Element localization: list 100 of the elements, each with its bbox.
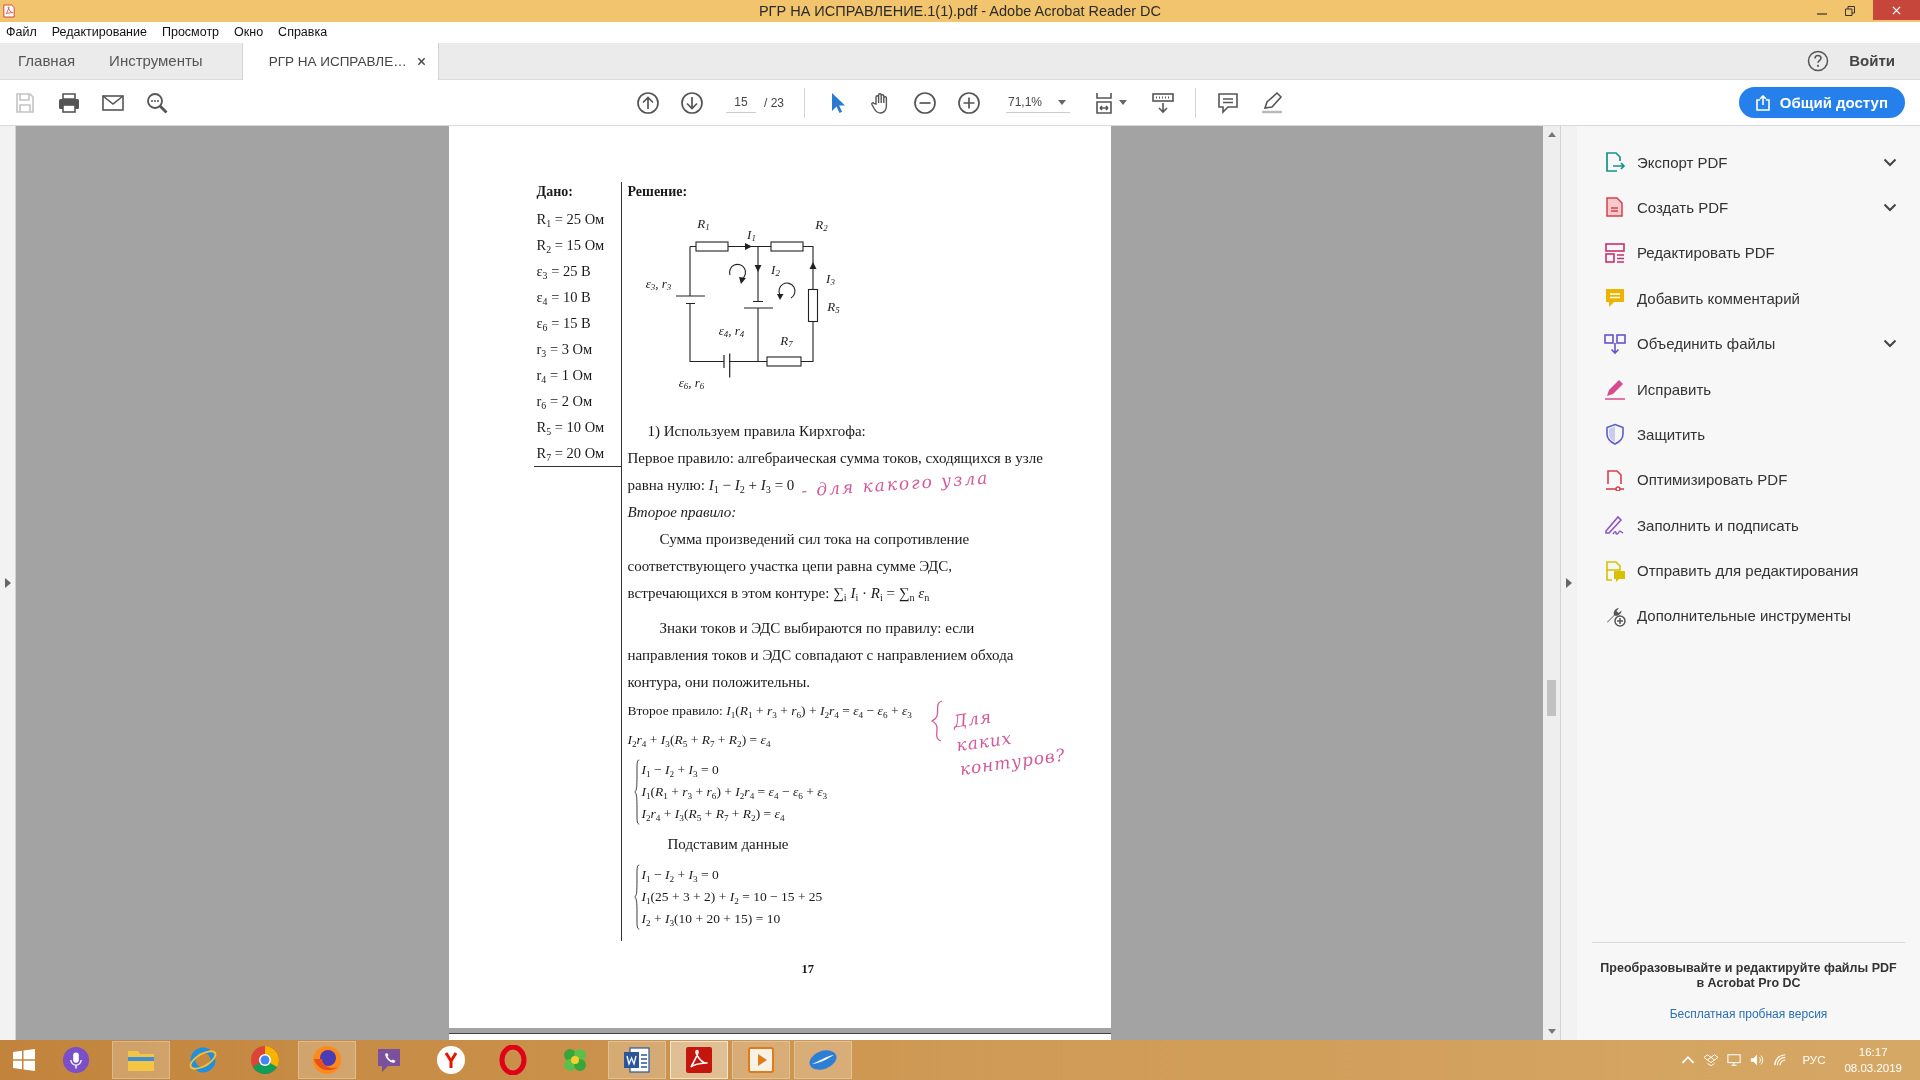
tool-item[interactable]: Защитить — [1577, 411, 1920, 458]
page-count: / 23 — [764, 95, 784, 110]
previous-page-icon[interactable] — [636, 90, 660, 115]
circuit-label: I$_{3}$ — [826, 271, 835, 285]
menu-item[interactable]: Справка — [278, 25, 328, 40]
circuit-label: I$_{2}$ — [771, 262, 780, 276]
given-value: ε$_{4}$ = 10 В — [536, 288, 592, 310]
paragraph: равна нулю: I$_{1}$ − I$_{2}$ + I$_{3}$ = 0 — [627, 476, 795, 498]
close-icon — [1892, 5, 1901, 15]
circuit-label: ε$_{4}$, r$_{4}$ — [718, 323, 745, 337]
expand-arrow-icon[interactable] — [1566, 578, 1572, 589]
expand-arrow-icon[interactable] — [4, 578, 11, 589]
tab[interactable]: РГР НА ИСПРАВЛЕ… — [241, 42, 439, 81]
document-slider-icon — [1604, 468, 1626, 491]
chevron-down-icon[interactable] — [1883, 339, 1897, 349]
close-icon[interactable] — [416, 57, 426, 67]
scrollbar-track[interactable] — [1543, 126, 1560, 1041]
equation: I$_{1}$(R$_{1}$ + r$_{3}$ + r$_{6}$) + I$_{2}$r$_{4}$ = ε$_{4}$ − ε$_{6}$ + ε$_{3}$ — [641, 783, 828, 804]
circuit-label: R$_{2}$ — [815, 217, 828, 231]
tab[interactable]: Инструменты — [92, 42, 220, 79]
restore-icon[interactable] — [1845, 6, 1855, 16]
circuit-label: R$_{1}$ — [697, 216, 710, 230]
scroll-down-icon[interactable] — [1547, 1029, 1556, 1035]
tool-item[interactable]: Редактировать PDF — [1577, 230, 1920, 276]
tool-item[interactable]: Заполнить и подписать — [1577, 502, 1920, 548]
tool-item[interactable]: Оптимизировать PDF — [1577, 457, 1920, 503]
handwritten-note: Для каких контуров? — [951, 705, 1067, 782]
menu-item[interactable]: Файл — [6, 25, 37, 40]
document-plus-icon — [1604, 196, 1626, 219]
highlighter-icon[interactable] — [1260, 90, 1284, 115]
tool-item[interactable]: Экспорт PDF — [1577, 139, 1920, 185]
menu-item[interactable]: Окно — [234, 25, 264, 40]
scroll-mode-icon[interactable] — [1151, 90, 1175, 115]
caption: Подставим данные — [666, 835, 789, 855]
tool-item[interactable]: Дополнительные инструменты — [1577, 593, 1920, 639]
shield-icon — [1604, 423, 1626, 446]
tool-item[interactable]: Создать PDF — [1577, 184, 1920, 231]
trial-link[interactable]: Бесплатная пробная версия — [1669, 1007, 1828, 1022]
page-number: 17 — [801, 961, 814, 978]
share-icon — [1754, 94, 1771, 111]
play-icon — [746, 1045, 776, 1076]
speech-bubble-icon — [1604, 287, 1626, 310]
handwritten-brace-icon — [929, 700, 944, 743]
chevron-down-icon[interactable] — [1883, 157, 1897, 167]
loop-arrow-icon — [776, 282, 795, 301]
document-bubble-icon — [1604, 559, 1626, 582]
handwritten-note: - для какого узла — [799, 466, 990, 503]
document-icon — [622, 1045, 652, 1076]
document-icon — [3, 4, 15, 18]
tool-item[interactable]: Объединить файлы — [1577, 320, 1920, 367]
sign-in-link[interactable]: Войти — [1849, 52, 1895, 70]
circuit-label: I$_{1}$ — [747, 227, 756, 241]
current-arrow-icon — [754, 265, 761, 273]
given-value: R$_{2}$ = 15 Ом — [536, 236, 606, 258]
zoom-field[interactable]: 71,1% — [1006, 92, 1070, 114]
rule-heading: Второе правило: — [627, 503, 737, 523]
ring-icon — [498, 1045, 528, 1076]
step-heading: 1) Используем правила Кирхгофа: — [646, 422, 866, 442]
comment-icon[interactable] — [1216, 90, 1240, 115]
swirl-tile-icon — [684, 1045, 714, 1076]
given-value: ε$_{6}$ = 15 В — [536, 314, 592, 336]
documents-merge-icon — [1604, 332, 1626, 355]
equation: I$_{1}$ − I$_{2}$ + I$_{3}$ = 0 — [641, 761, 719, 782]
zoom-in-icon[interactable] — [957, 90, 981, 115]
tool-item[interactable]: Исправить — [1577, 366, 1920, 412]
zoom-out-icon[interactable] — [913, 90, 937, 115]
menu-item[interactable]: Просмотр — [161, 25, 220, 40]
given-value: r$_{6}$ = 2 Ом — [536, 392, 594, 414]
paragraph: Сумма произведений сил тока на сопротивление соответствующего участка цепи равна сумме ЭДС, встречающихся в этом контуре: ∑$_{i}$ I$_{i}$ · R$_{i}$ = ∑$_{n}$ ε$_{n}$ — [627, 530, 970, 606]
search-icon[interactable] — [145, 90, 169, 115]
taskbar-button[interactable] — [298, 1041, 356, 1080]
brace-icon — [633, 864, 640, 931]
share-button[interactable]: Общий доступ — [1738, 87, 1905, 119]
given-value: R$_{5}$ = 10 Ом — [536, 418, 606, 440]
caret-icon[interactable] — [1119, 100, 1127, 106]
given-value: ε$_{3}$ = 25 В — [536, 262, 592, 284]
segmented-circle-icon — [250, 1045, 280, 1076]
scrollbar-thumb[interactable] — [1547, 680, 1556, 717]
taskbar-button[interactable] — [670, 1041, 728, 1080]
circuit-label: R$_{7}$ — [780, 333, 793, 347]
next-page-icon[interactable] — [680, 90, 704, 115]
tool-item[interactable]: Отправить для редактирования — [1577, 547, 1920, 594]
paragraph: Первое правило: алгебраическая сумма токов, сходящихся в узле — [627, 449, 1043, 469]
chevron-down-icon[interactable] — [1883, 202, 1897, 212]
paragraph: Знаки токов и ЭДС выбираются по правилу: если направления токов и ЭДС совпадают с направлением обхода контура, они положительны. — [627, 619, 1014, 693]
scroll-up-icon[interactable] — [1547, 132, 1556, 138]
fork-circle-icon — [436, 1045, 466, 1076]
windows-logo-icon[interactable] — [12, 1048, 36, 1073]
tool-item[interactable]: Добавить комментарий — [1577, 275, 1920, 321]
tab[interactable]: Главная — [0, 42, 93, 79]
page-number-field[interactable]: 15 — [726, 92, 756, 114]
taskbar-button[interactable] — [608, 1041, 666, 1080]
layout-icon — [1604, 241, 1626, 264]
microphone-icon[interactable] — [62, 1046, 90, 1075]
given-value: r$_{3}$ = 3 Ом — [536, 340, 594, 362]
menu-item[interactable]: Редактирование — [51, 25, 147, 40]
solution-heading: Решение: — [627, 183, 689, 202]
print-icon[interactable] — [57, 90, 81, 115]
given-value: r$_{4}$ = 1 Ом — [536, 366, 594, 388]
help-icon[interactable] — [1807, 49, 1830, 72]
